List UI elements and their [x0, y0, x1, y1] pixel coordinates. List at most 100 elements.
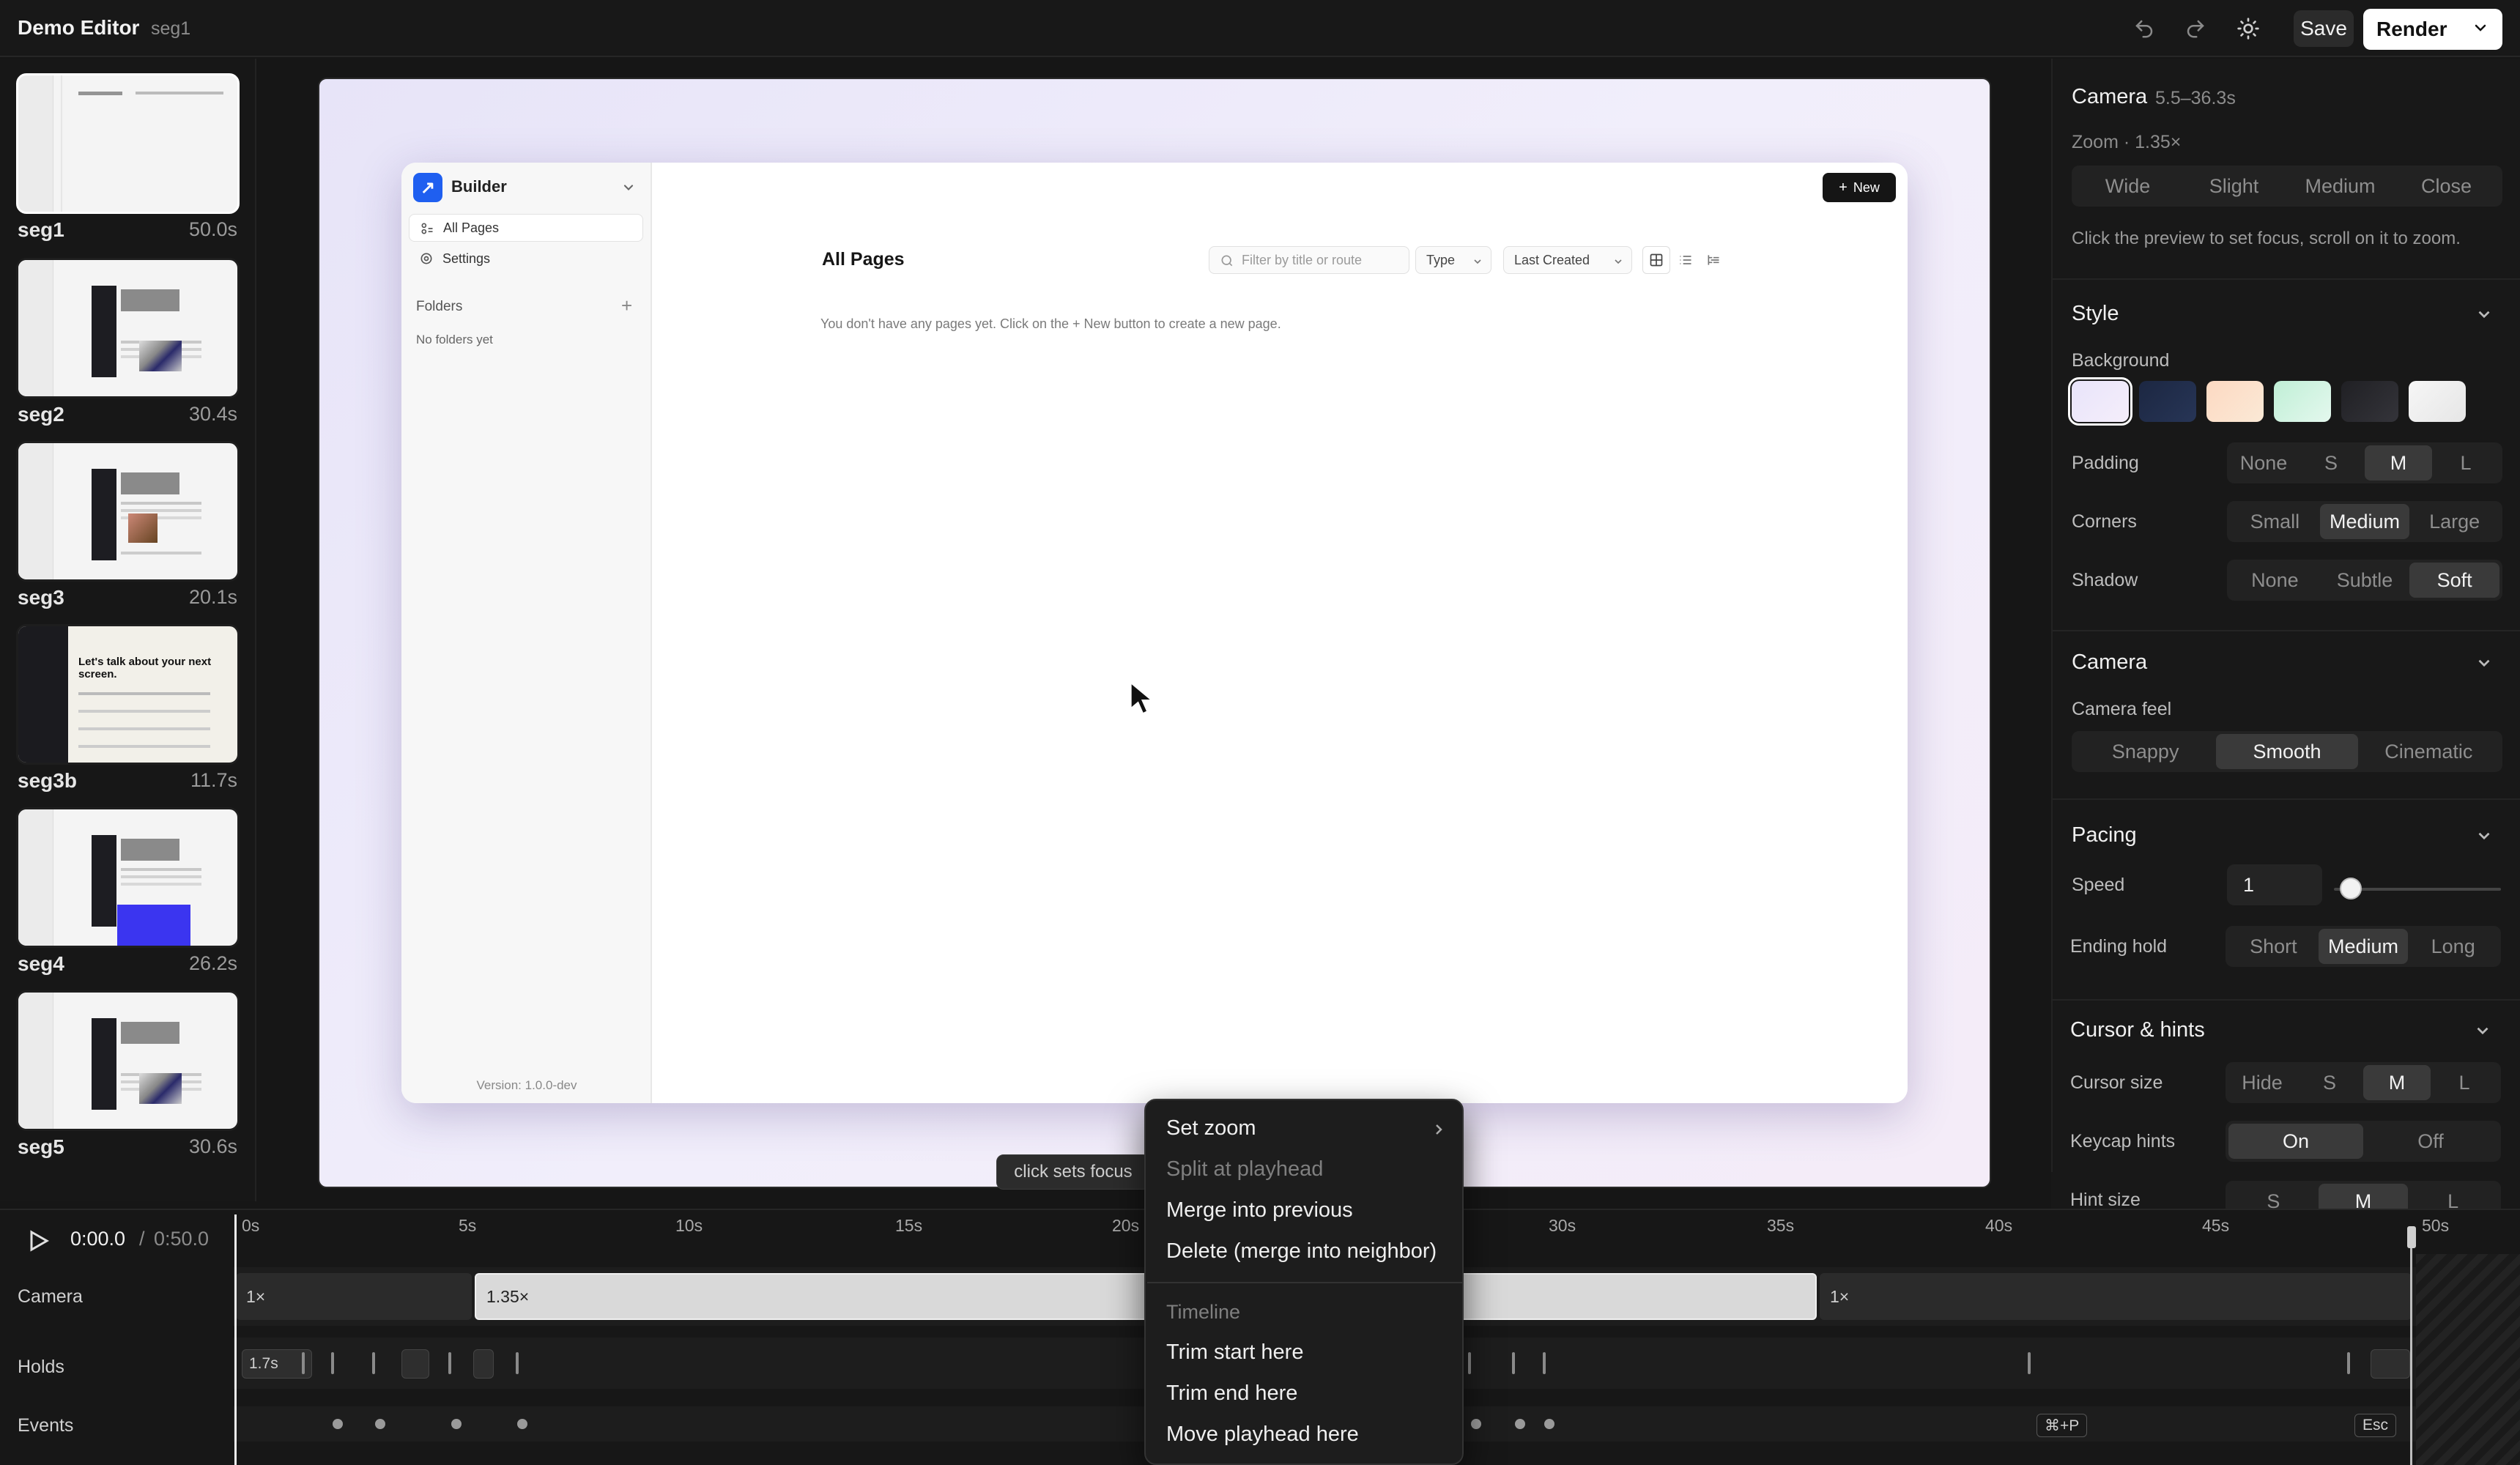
corners-selector[interactable]: Small Medium Large: [2227, 501, 2502, 542]
corners-option[interactable]: Medium: [2319, 504, 2410, 539]
preview-app-window[interactable]: ↗ Builder All Pages Settings Folders + N…: [401, 163, 1908, 1103]
shadow-option[interactable]: None: [2230, 563, 2320, 598]
menu-item-set-zoom[interactable]: Set zoom: [1166, 1116, 1256, 1141]
ending-hold-selector[interactable]: Short Medium Long: [2226, 926, 2501, 967]
cursor-size-option[interactable]: L: [2431, 1065, 2498, 1100]
hold-segment[interactable]: [401, 1349, 429, 1379]
speed-slider-thumb[interactable]: [2340, 878, 2362, 900]
menu-item-move-playhead[interactable]: Move playhead here: [1166, 1423, 1359, 1447]
hold-marker[interactable]: [331, 1352, 334, 1374]
segment-thumb-seg5[interactable]: [16, 990, 240, 1131]
segment-thumb-seg3b[interactable]: Let's talk about your next screen.: [16, 624, 240, 765]
padding-option[interactable]: S: [2297, 445, 2365, 481]
event-marker[interactable]: [1471, 1419, 1481, 1429]
ending-hold-option[interactable]: Long: [2408, 929, 2498, 964]
segment-thumb-seg3[interactable]: [16, 441, 240, 582]
background-swatch-lavender[interactable]: [2068, 377, 2132, 426]
background-swatch-mint[interactable]: [2274, 381, 2331, 422]
shadow-option[interactable]: Subtle: [2320, 563, 2410, 598]
chevron-down-icon[interactable]: [2473, 1021, 2492, 1040]
zoom-option[interactable]: Close: [2393, 168, 2499, 204]
chevron-down-icon[interactable]: [2475, 653, 2494, 672]
background-swatch-navy[interactable]: [2139, 381, 2196, 422]
padding-option[interactable]: None: [2230, 445, 2297, 481]
shadow-option[interactable]: Soft: [2409, 563, 2500, 598]
cursor-size-option[interactable]: M: [2363, 1065, 2431, 1100]
zoom-option[interactable]: Medium: [2287, 168, 2393, 204]
trim-end-handle[interactable]: [2407, 1226, 2416, 1248]
hold-marker[interactable]: [1512, 1352, 1515, 1374]
event-marker[interactable]: [333, 1419, 343, 1429]
play-icon[interactable]: [25, 1228, 51, 1254]
type-dropdown[interactable]: Type: [1415, 246, 1491, 274]
camera-feel-option[interactable]: Smooth: [2216, 734, 2358, 769]
add-folder-icon[interactable]: +: [621, 294, 632, 317]
keycap-hint[interactable]: ⌘+P: [2037, 1414, 2088, 1437]
menu-item-delete[interactable]: Delete (merge into neighbor): [1166, 1239, 1437, 1264]
hint-size-option[interactable]: M: [2318, 1184, 2409, 1209]
zoom-option[interactable]: Slight: [2181, 168, 2287, 204]
menu-item-trim-end[interactable]: Trim end here: [1166, 1381, 1297, 1406]
grid-view-icon[interactable]: [1642, 246, 1670, 274]
zoom-selector[interactable]: Wide Slight Medium Close: [2072, 166, 2502, 207]
segment-thumb-seg1[interactable]: [16, 73, 240, 214]
background-swatch-charcoal[interactable]: [2341, 381, 2398, 422]
corners-option[interactable]: Large: [2409, 504, 2499, 539]
hold-marker[interactable]: [2347, 1352, 2350, 1374]
event-marker[interactable]: [1544, 1419, 1554, 1429]
hint-size-option[interactable]: L: [2408, 1184, 2498, 1209]
camera-feel-selector[interactable]: Snappy Smooth Cinematic: [2072, 731, 2502, 772]
new-page-button[interactable]: + New: [1823, 173, 1896, 202]
cursor-size-option[interactable]: S: [2296, 1065, 2363, 1100]
hold-marker[interactable]: [2028, 1352, 2031, 1374]
tree-view-icon[interactable]: [1700, 246, 1727, 274]
hold-marker[interactable]: [1543, 1352, 1546, 1374]
corners-option[interactable]: Small: [2230, 504, 2320, 539]
chevron-down-icon[interactable]: [621, 180, 636, 195]
menu-item-trim-start[interactable]: Trim start here: [1166, 1340, 1303, 1365]
preview-nav-settings[interactable]: Settings: [409, 245, 643, 272]
hint-size-selector[interactable]: S M L: [2226, 1181, 2501, 1209]
filter-input[interactable]: Filter by title or route: [1209, 246, 1409, 274]
hint-size-option[interactable]: S: [2228, 1184, 2319, 1209]
cursor-size-option[interactable]: Hide: [2228, 1065, 2296, 1100]
redo-icon[interactable]: [2177, 10, 2214, 47]
shadow-selector[interactable]: None Subtle Soft: [2227, 560, 2502, 601]
padding-option[interactable]: M: [2365, 445, 2432, 481]
camera-block[interactable]: 1×: [236, 1273, 472, 1320]
keycap-option[interactable]: On: [2228, 1124, 2363, 1159]
camera-block[interactable]: 1×: [1820, 1273, 2412, 1320]
render-button[interactable]: Render: [2363, 9, 2502, 50]
playhead[interactable]: [234, 1214, 237, 1465]
preview-nav-all-pages[interactable]: All Pages: [409, 214, 643, 242]
sort-dropdown[interactable]: Last Created: [1503, 246, 1632, 274]
ending-hold-option[interactable]: Medium: [2318, 929, 2409, 964]
list-view-icon[interactable]: [1672, 246, 1700, 274]
chevron-down-icon[interactable]: [2475, 826, 2494, 845]
undo-icon[interactable]: [2126, 10, 2163, 47]
event-marker[interactable]: [375, 1419, 385, 1429]
event-marker[interactable]: [451, 1419, 462, 1429]
keycap-option[interactable]: Off: [2363, 1124, 2498, 1159]
segment-thumb-seg2[interactable]: [16, 258, 240, 398]
hold-segment[interactable]: [2371, 1349, 2410, 1379]
hold-marker[interactable]: [448, 1352, 451, 1374]
segment-thumb-seg4[interactable]: [16, 807, 240, 948]
save-button[interactable]: Save: [2294, 10, 2354, 47]
padding-option[interactable]: L: [2432, 445, 2499, 481]
hold-segment[interactable]: [473, 1349, 494, 1379]
speed-input[interactable]: 1: [2227, 864, 2322, 905]
keycap-hint[interactable]: Esc: [2354, 1414, 2397, 1437]
background-swatch-peach[interactable]: [2206, 381, 2264, 422]
zoom-option[interactable]: Wide: [2075, 168, 2181, 204]
ending-hold-option[interactable]: Short: [2228, 929, 2319, 964]
event-marker[interactable]: [517, 1419, 527, 1429]
padding-selector[interactable]: None S M L: [2227, 442, 2502, 483]
keycap-hints-selector[interactable]: On Off: [2226, 1121, 2501, 1162]
hold-marker[interactable]: [1468, 1352, 1471, 1374]
hold-marker[interactable]: [302, 1352, 305, 1374]
sun-icon[interactable]: [2230, 10, 2267, 47]
event-marker[interactable]: [1515, 1419, 1525, 1429]
hold-marker[interactable]: [372, 1352, 375, 1374]
camera-feel-option[interactable]: Snappy: [2075, 734, 2216, 769]
